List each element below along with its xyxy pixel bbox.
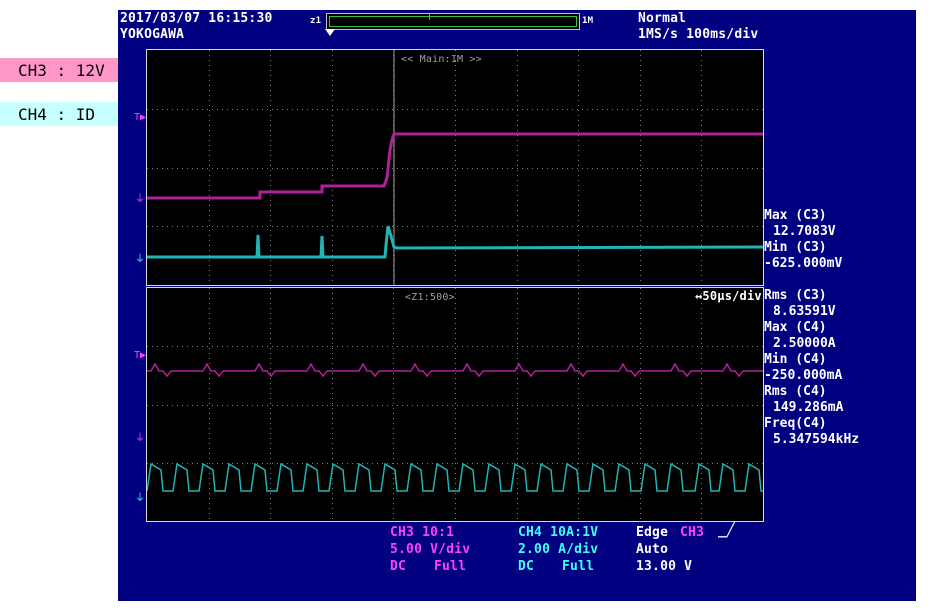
zoom-waveform-svg <box>147 288 763 521</box>
trigger-mode-auto: Auto <box>636 542 669 557</box>
ch3-probe: CH3 10:1 <box>390 525 455 540</box>
rising-edge-icon: _╱ <box>718 522 736 538</box>
ch3-coupling: DC <box>390 559 407 574</box>
record-overview-bar[interactable] <box>326 13 580 30</box>
ch4-bandwidth: Full <box>562 559 595 574</box>
oscilloscope-display: 2017/03/07 16:15:30 YOKOGAWA z1 1M Norma… <box>118 10 916 601</box>
overview-right-label: 1M <box>582 16 594 26</box>
zoom-timebase: ↔50µs/div <box>695 289 762 303</box>
zoom-screen-label: <Z1:500> <box>405 292 455 303</box>
ch4-label-chip: CH4 : ID <box>0 102 118 126</box>
measurement-value: 2.50000A <box>773 336 836 351</box>
ch4-probe: CH4 10A:1V <box>518 525 599 540</box>
zoom-ch3-ground-marker: ⏚ <box>135 433 145 444</box>
measurement-label: Min (C3) <box>764 240 827 255</box>
main-ch3-trace <box>147 132 763 200</box>
measurement-label: Max (C4) <box>764 320 827 335</box>
ch3-ground-marker: ⏚ <box>135 194 145 205</box>
measurement-label: Rms (C3) <box>764 288 827 303</box>
measurement-value: 8.63591V <box>773 304 836 319</box>
ch3-label-chip: CH3 : 12V <box>0 58 118 82</box>
ch4-coupling: DC <box>518 559 535 574</box>
measurement-label: Rms (C4) <box>764 384 827 399</box>
trigger-level: 13.00 V <box>636 559 693 574</box>
datetime: 2017/03/07 16:15:30 <box>120 11 273 26</box>
overview-window <box>329 16 577 27</box>
main-screen-label: << Main:1M >> <box>401 54 482 65</box>
sample-rate: 1MS/s 100ms/div <box>638 27 759 42</box>
trigger-source: CH3 <box>680 525 705 540</box>
measurement-label: Max (C3) <box>764 208 827 223</box>
zoom-ch3-trigger-marker: T▶ <box>134 350 147 361</box>
main-waveform-screen: << Main:1M >> <box>146 49 764 286</box>
ch3-scale: 5.00 V/div <box>390 542 471 557</box>
trigger-position-icon <box>325 29 335 36</box>
measurement-value: 149.286mA <box>773 400 844 415</box>
trigger-type: Edge <box>636 525 669 540</box>
measurement-label: Min (C4) <box>764 352 827 367</box>
overview-trigger-tick <box>429 14 430 20</box>
main-grid <box>147 50 763 285</box>
ch3-trigger-level-marker: T▶ <box>134 112 147 123</box>
ch4-scale: 2.00 A/div <box>518 542 599 557</box>
ch3-bandwidth: Full <box>434 559 467 574</box>
measurement-label: Freq(C4) <box>764 416 827 431</box>
measurement-value: -625.000mV <box>764 256 843 271</box>
overview-left-label: z1 <box>310 16 322 26</box>
measurement-value: 5.347594kHz <box>773 432 860 447</box>
brand: YOKOGAWA <box>120 27 185 42</box>
zoom-ch4-ground-marker: ⏚ <box>135 493 145 504</box>
ch4-ground-marker: ⏚ <box>135 254 145 265</box>
zoom-waveform-screen: <Z1:500> ↔50µs/div <box>146 287 764 522</box>
trigger-mode: Normal <box>638 11 687 26</box>
main-waveform-svg <box>147 50 763 285</box>
measurement-value: -250.000mA <box>764 368 843 383</box>
measurement-value: 12.7083V <box>773 224 836 239</box>
zoom-ch3-trace <box>147 362 763 378</box>
zoom-grid <box>147 288 763 521</box>
